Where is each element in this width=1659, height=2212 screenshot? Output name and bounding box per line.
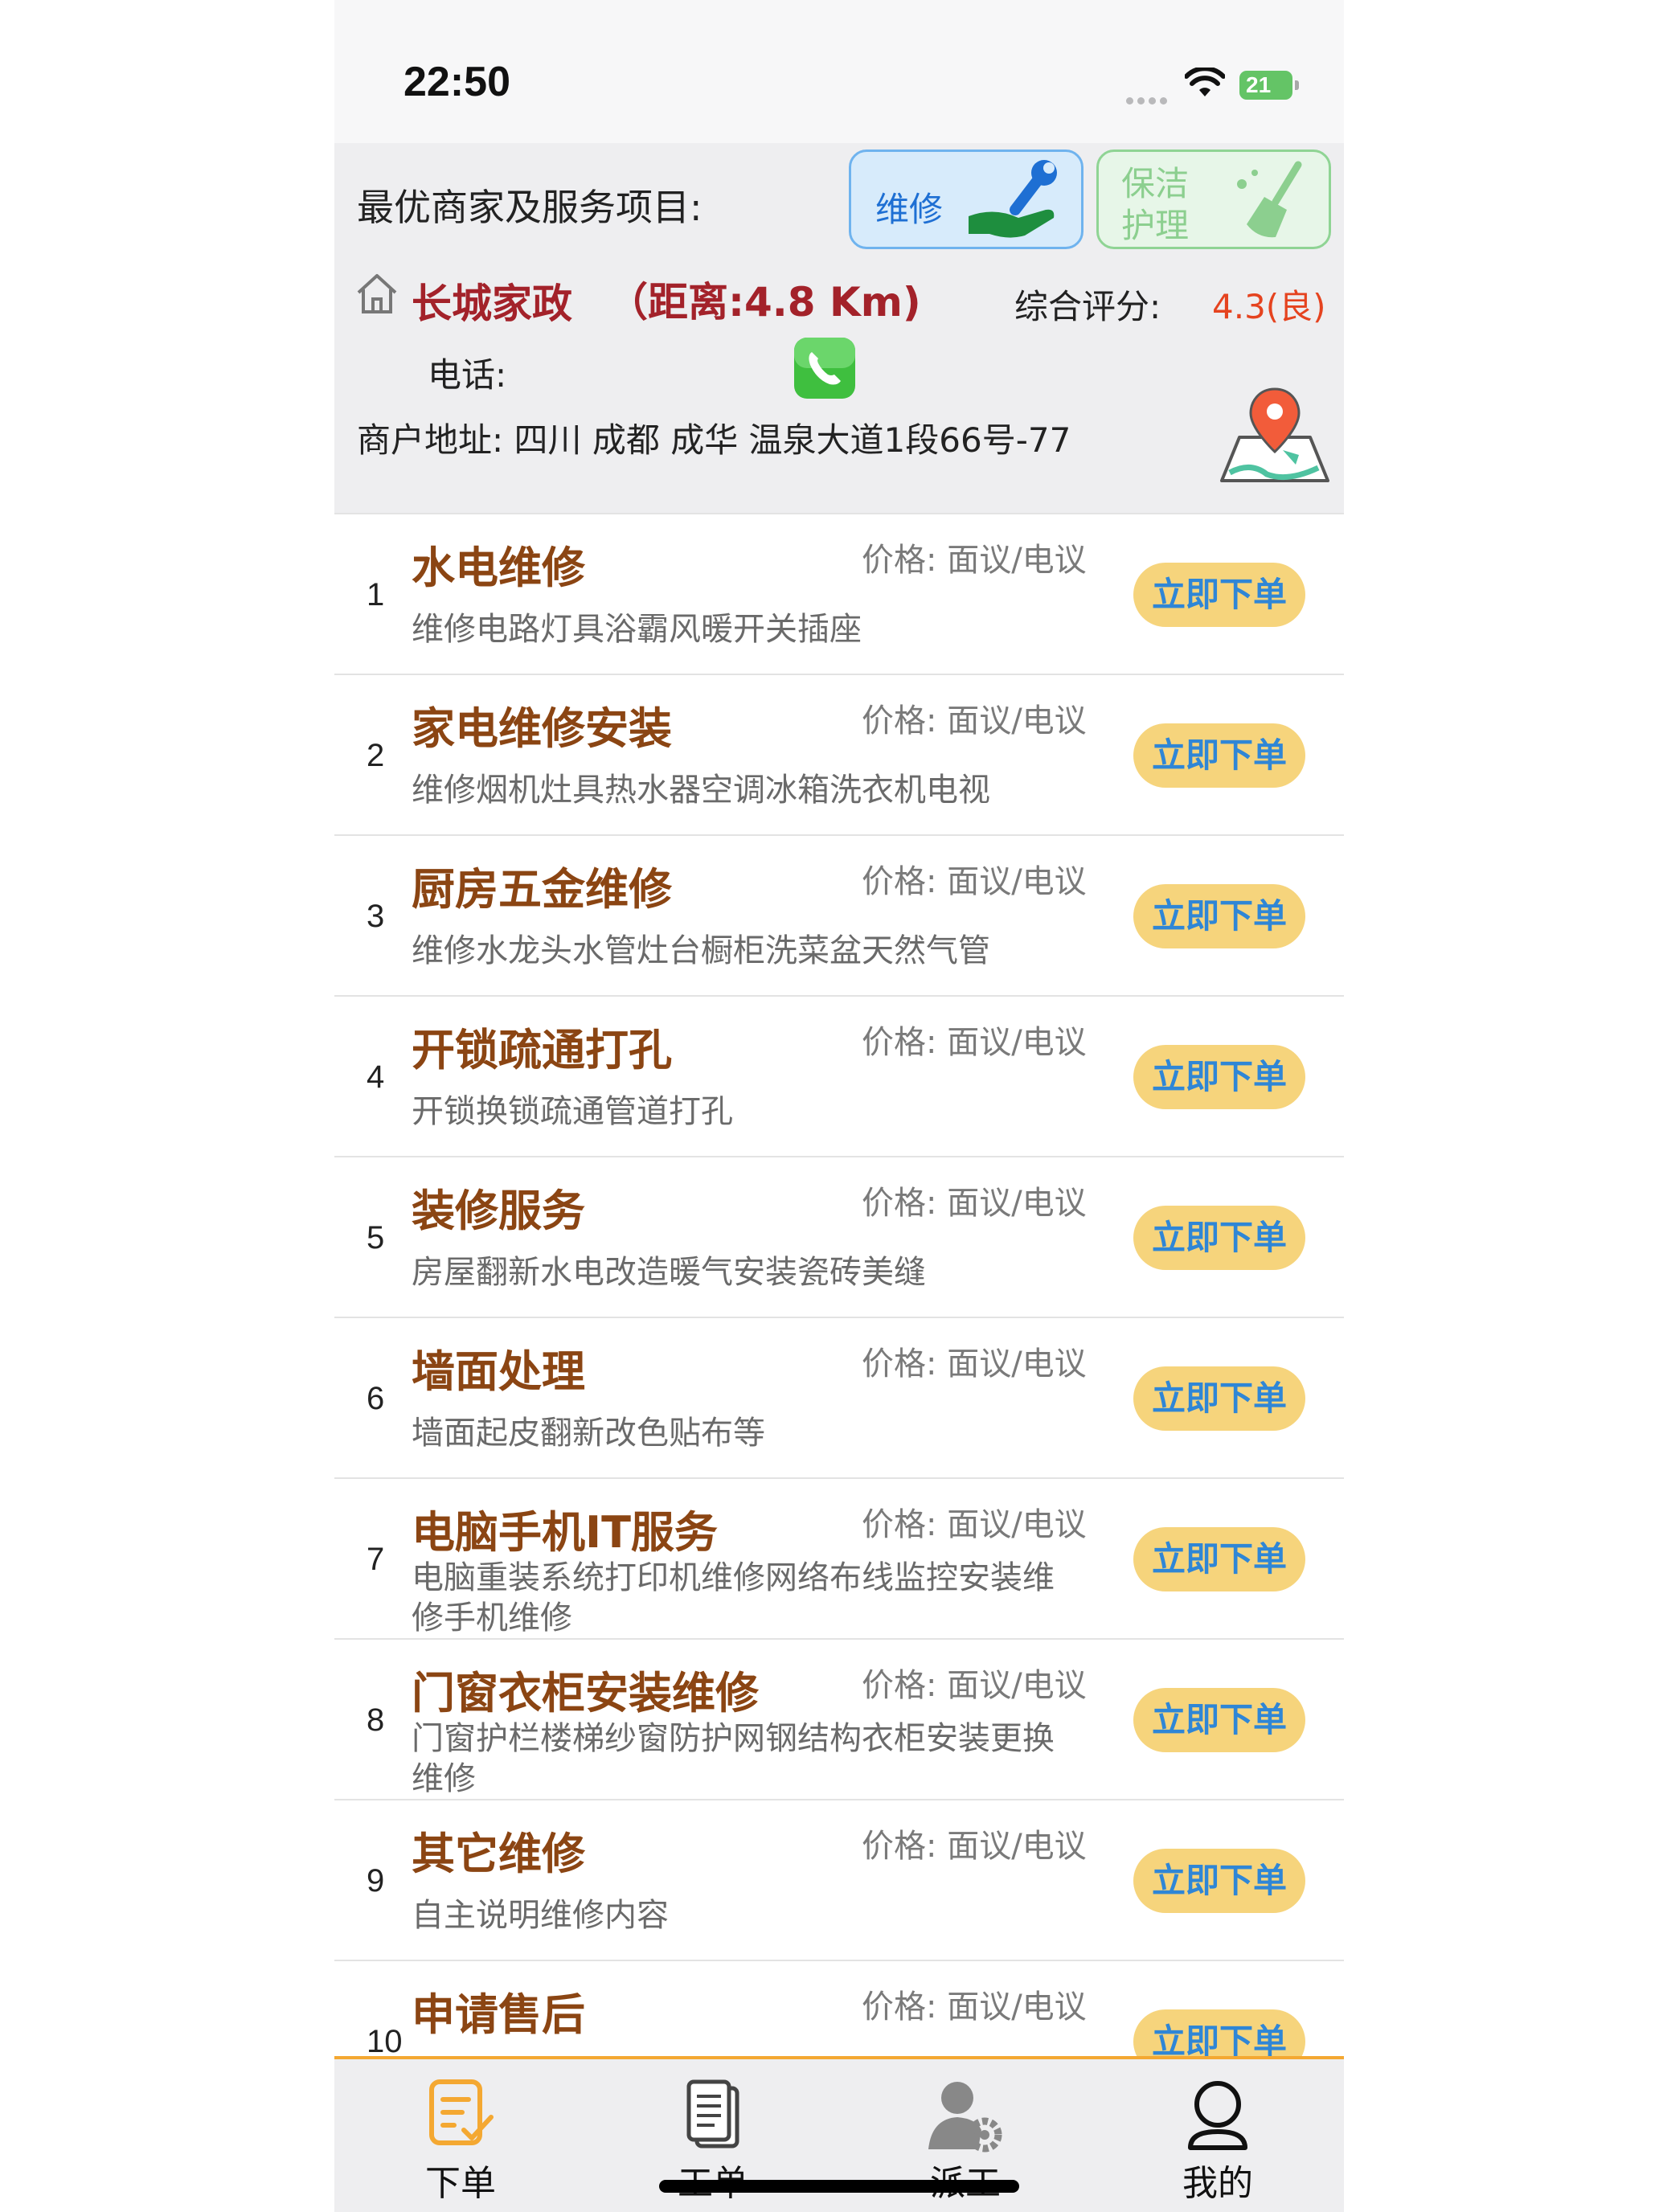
rating-label: 综合评分: xyxy=(1014,287,1161,326)
order-now-button[interactable]: 立即下单 xyxy=(1133,1206,1305,1270)
service-description: 门窗护栏楼梯纱窗防护网钢结构衣柜安装更换维修 xyxy=(412,1720,1055,1797)
service-description: 维修电路灯具浴霸风暖开关插座 xyxy=(412,611,862,648)
broom-icon xyxy=(1237,161,1302,238)
service-index: 3 xyxy=(367,899,385,934)
service-row: 4 开锁疏通打孔 价格: 面议/电议 开锁换锁疏通管道打孔 立即下单 xyxy=(334,995,1344,1156)
service-name: 申请售后 xyxy=(412,1989,585,2040)
service-price: 价格: 面议/电议 xyxy=(862,1024,1087,1061)
service-row: 9 其它维修 价格: 面议/电议 自主说明维修内容 立即下单 xyxy=(334,1799,1344,1960)
service-index: 9 xyxy=(367,1863,385,1899)
service-row: 7 电脑手机IT服务 价格: 面议/电议 电脑重装系统打印机维修网络布线监控安装… xyxy=(334,1477,1344,1638)
service-index: 2 xyxy=(367,738,385,773)
service-price: 价格: 面议/电议 xyxy=(862,1506,1087,1543)
service-description: 维修水龙头水管灶台橱柜洗菜盆天然气管 xyxy=(412,932,990,969)
phone-screen: 22:50 21 最优商家及服务项目: 维修 保洁护理 长城家政 （距离:4.8… xyxy=(334,0,1344,2212)
service-row: 3 厨房五金维修 价格: 面议/电议 维修水龙头水管灶台橱柜洗菜盆天然气管 立即… xyxy=(334,834,1344,995)
service-row: 1 水电维修 价格: 面议/电议 维修电路灯具浴霸风暖开关插座 立即下单 xyxy=(334,513,1344,674)
category-repair-label: 维修 xyxy=(875,190,944,229)
order-now-button[interactable]: 立即下单 xyxy=(1133,1045,1305,1109)
order-now-button[interactable]: 立即下单 xyxy=(1133,723,1305,788)
home-indicator xyxy=(659,2180,1019,2193)
service-index: 8 xyxy=(367,1702,385,1738)
order-now-button[interactable]: 立即下单 xyxy=(1133,563,1305,627)
service-price: 价格: 面议/电议 xyxy=(862,542,1087,579)
order-now-button[interactable]: 立即下单 xyxy=(1133,1849,1305,1913)
service-index: 6 xyxy=(367,1381,385,1416)
phone-call-icon[interactable] xyxy=(793,336,857,400)
service-name: 家电维修安装 xyxy=(412,703,672,754)
service-description: 自主说明维修内容 xyxy=(412,1897,669,1934)
service-price: 价格: 面议/电议 xyxy=(862,863,1087,900)
service-description: 电脑重装系统打印机维修网络布线监控安装维修手机维修 xyxy=(412,1559,1055,1636)
service-row: 10 申请售后 价格: 面议/电议 立即下单 xyxy=(334,1960,1344,2056)
service-name: 装修服务 xyxy=(412,1186,585,1236)
service-name: 门窗衣柜安装维修 xyxy=(412,1668,759,1718)
service-name: 其它维修 xyxy=(412,1829,585,1879)
merchant-address: 商户地址: 四川 成都 成华 温泉大道1段66号-77 xyxy=(357,420,1071,460)
service-description: 开锁换锁疏通管道打孔 xyxy=(412,1093,733,1130)
wifi-icon xyxy=(1185,68,1225,96)
merchant-distance: （距离:4.8 Km) xyxy=(608,279,921,326)
service-row: 8 门窗衣柜安装维修 价格: 面议/电议 门窗护栏楼梯纱窗防护网钢结构衣柜安装更… xyxy=(334,1638,1344,1799)
profile-icon xyxy=(1188,2081,1247,2150)
merchant-panel: 最优商家及服务项目: 维修 保洁护理 长城家政 （距离:4.8 Km) 综合评分… xyxy=(334,143,1344,513)
service-price: 价格: 面议/电议 xyxy=(862,1667,1087,1704)
service-index: 10 xyxy=(367,2024,403,2056)
status-time: 22:50 xyxy=(403,59,510,105)
tab-order[interactable]: 下单 xyxy=(334,2059,587,2212)
merchant-section-title: 最优商家及服务项目: xyxy=(357,186,703,229)
service-description: 维修烟机灶具热水器空调冰箱洗衣机电视 xyxy=(412,772,990,809)
map-location-icon[interactable] xyxy=(1219,384,1331,505)
documents-icon xyxy=(686,2079,739,2149)
service-list[interactable]: 1 水电维修 价格: 面议/电议 维修电路灯具浴霸风暖开关插座 立即下单 2 家… xyxy=(334,513,1344,2056)
service-name: 厨房五金维修 xyxy=(412,864,672,915)
service-price: 价格: 面议/电议 xyxy=(862,1989,1087,2026)
tab-profile-label: 我的 xyxy=(1182,2163,1253,2204)
service-row: 6 墙面处理 价格: 面议/电议 墙面起皮翻新改色贴布等 立即下单 xyxy=(334,1317,1344,1477)
battery-icon: 21 xyxy=(1239,71,1299,100)
service-row: 2 家电维修安装 价格: 面议/电议 维修烟机灶具热水器空调冰箱洗衣机电视 立即… xyxy=(334,674,1344,834)
order-now-button[interactable]: 立即下单 xyxy=(1133,1688,1305,1752)
home-icon xyxy=(357,274,397,313)
phone-label: 电话: xyxy=(428,355,507,395)
service-description: 墙面起皮翻新改色贴布等 xyxy=(412,1415,765,1452)
repair-hand-wrench-icon xyxy=(969,160,1057,238)
service-name: 水电维修 xyxy=(412,543,585,593)
service-index: 7 xyxy=(367,1542,385,1577)
category-cleaning-button[interactable]: 保洁护理 xyxy=(1096,150,1331,249)
status-bar: 22:50 21 xyxy=(334,0,1344,143)
service-description: 房屋翻新水电改造暖气安装瓷砖美缝 xyxy=(412,1254,926,1291)
service-index: 5 xyxy=(367,1220,385,1256)
service-price: 价格: 面议/电议 xyxy=(862,1828,1087,1865)
service-name: 开锁疏通打孔 xyxy=(412,1025,672,1075)
category-repair-button[interactable]: 维修 xyxy=(849,150,1083,249)
merchant-name: 长城家政 xyxy=(412,281,572,327)
order-form-icon xyxy=(429,2079,494,2145)
service-row: 5 装修服务 价格: 面议/电议 房屋翻新水电改造暖气安装瓷砖美缝 立即下单 xyxy=(334,1156,1344,1317)
service-index: 4 xyxy=(367,1059,385,1095)
order-now-button[interactable]: 立即下单 xyxy=(1133,1366,1305,1431)
service-price: 价格: 面议/电议 xyxy=(862,703,1087,739)
service-name: 墙面处理 xyxy=(412,1346,585,1397)
order-now-button[interactable]: 立即下单 xyxy=(1133,884,1305,948)
service-name: 电脑手机IT服务 xyxy=(412,1507,718,1558)
service-price: 价格: 面议/电议 xyxy=(862,1185,1087,1222)
category-cleaning-label: 保洁护理 xyxy=(1121,164,1190,245)
rating-value: 4.3(良) xyxy=(1212,287,1326,326)
order-now-button[interactable]: 立即下单 xyxy=(1133,2009,1305,2056)
worker-gear-icon xyxy=(928,2082,1002,2153)
tab-profile[interactable]: 我的 xyxy=(1092,2059,1344,2212)
service-index: 1 xyxy=(367,577,385,612)
cellular-signal-icon xyxy=(1126,92,1171,108)
order-now-button[interactable]: 立即下单 xyxy=(1133,1527,1305,1591)
tab-order-label: 下单 xyxy=(425,2163,496,2204)
battery-level: 21 xyxy=(1246,72,1272,97)
service-price: 价格: 面议/电议 xyxy=(862,1346,1087,1382)
